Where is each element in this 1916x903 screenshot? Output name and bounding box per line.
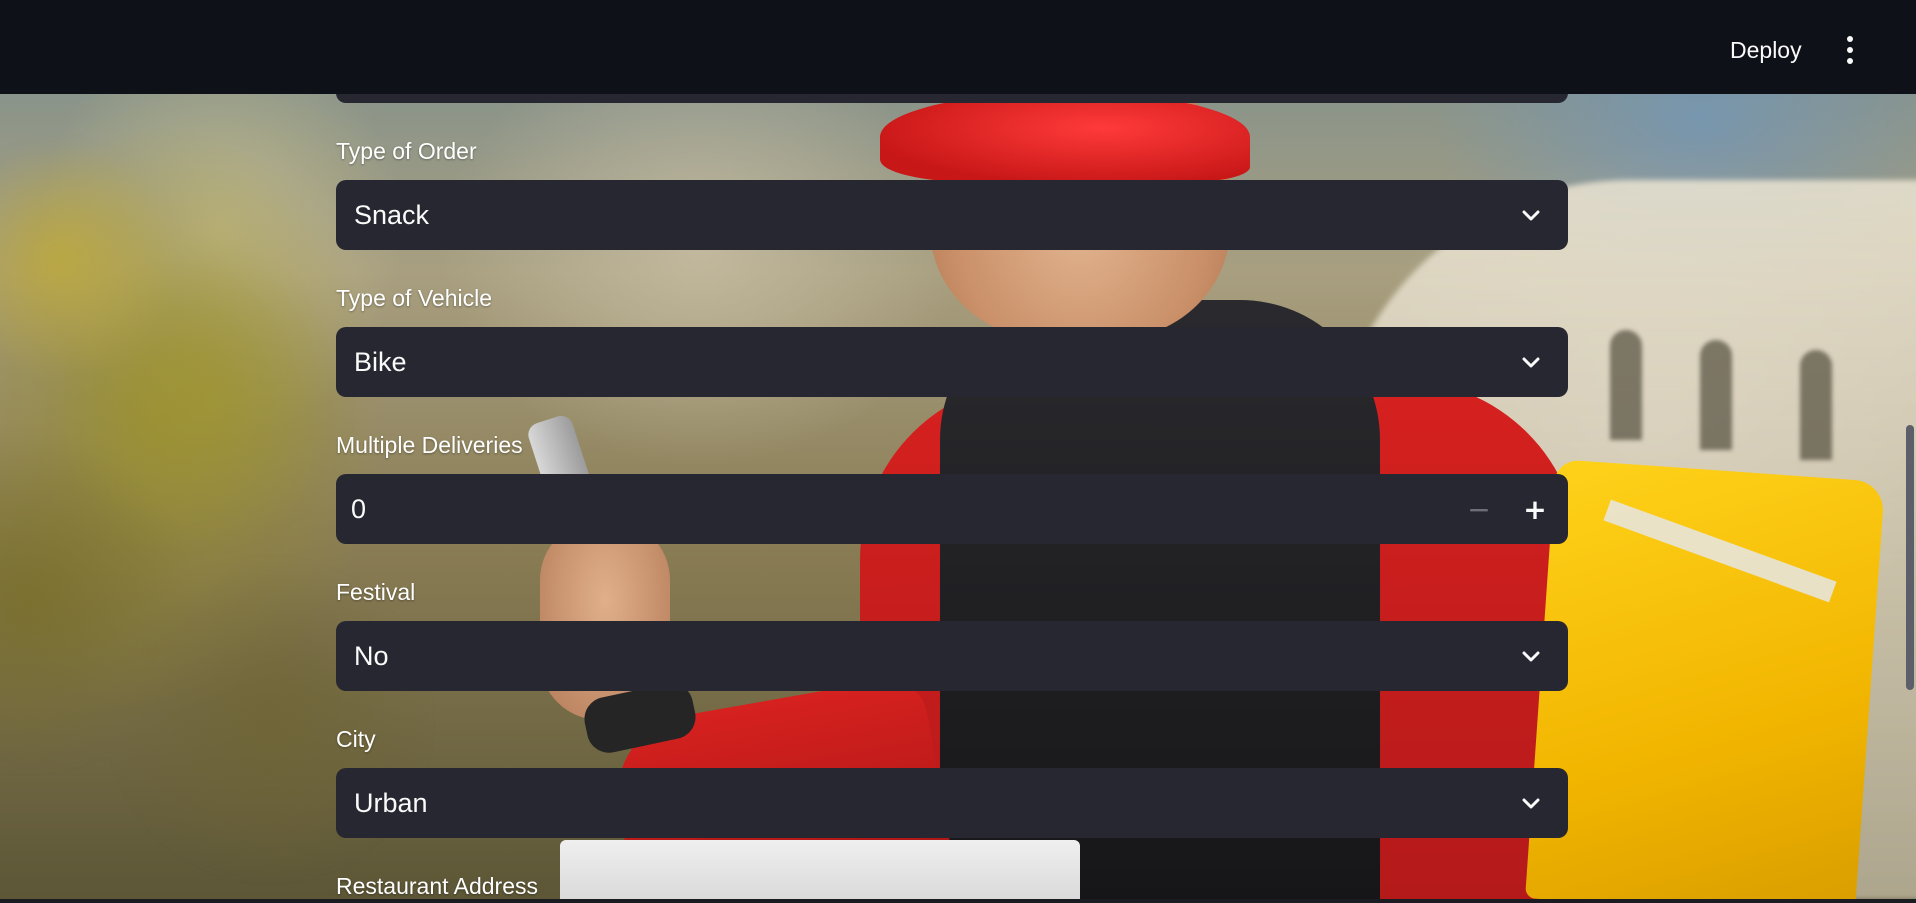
menu-dot xyxy=(1847,58,1853,64)
menu-dot xyxy=(1847,36,1853,42)
deploy-button[interactable]: Deploy xyxy=(1718,30,1814,70)
building-window xyxy=(1610,330,1642,440)
chevron-down-icon xyxy=(1522,651,1540,662)
chevron-down-icon xyxy=(1522,357,1540,368)
multiple-deliveries-label: Multiple Deliveries xyxy=(336,432,523,458)
city-select[interactable]: Urban xyxy=(336,768,1568,838)
festival-value: No xyxy=(354,641,389,671)
restaurant-address-label: Restaurant Address xyxy=(336,873,539,899)
city-value: Urban xyxy=(354,788,428,818)
building-window xyxy=(1700,340,1732,450)
festival-select[interactable]: No xyxy=(336,621,1568,691)
multiple-deliveries-number-input: − + xyxy=(336,474,1568,544)
festival-label: Festival xyxy=(336,579,416,605)
menu-dot xyxy=(1847,47,1853,53)
chevron-down-icon xyxy=(1522,798,1540,809)
app-header: Deploy xyxy=(0,0,1916,94)
type-of-vehicle-select[interactable]: Bike xyxy=(336,327,1568,397)
type-of-vehicle-value: Bike xyxy=(354,347,407,377)
person-cap xyxy=(880,92,1250,182)
city-label: City xyxy=(336,726,376,752)
delivery-bag xyxy=(1525,459,1885,903)
multiple-deliveries-input[interactable] xyxy=(336,474,1456,544)
plus-icon[interactable]: + xyxy=(1512,486,1558,532)
minus-icon[interactable]: − xyxy=(1456,486,1502,532)
type-of-order-select[interactable]: Snack xyxy=(336,180,1568,250)
vertical-ellipsis-icon[interactable] xyxy=(1836,30,1864,70)
pizza-box xyxy=(560,840,1080,903)
type-of-vehicle-label: Type of Vehicle xyxy=(336,285,492,311)
type-of-order-value: Snack xyxy=(354,200,430,230)
bottom-edge xyxy=(0,899,1916,903)
chevron-down-icon xyxy=(1522,210,1540,221)
type-of-order-label: Type of Order xyxy=(336,138,477,164)
page-scrollbar[interactable] xyxy=(1906,425,1914,690)
building-window xyxy=(1800,350,1832,460)
